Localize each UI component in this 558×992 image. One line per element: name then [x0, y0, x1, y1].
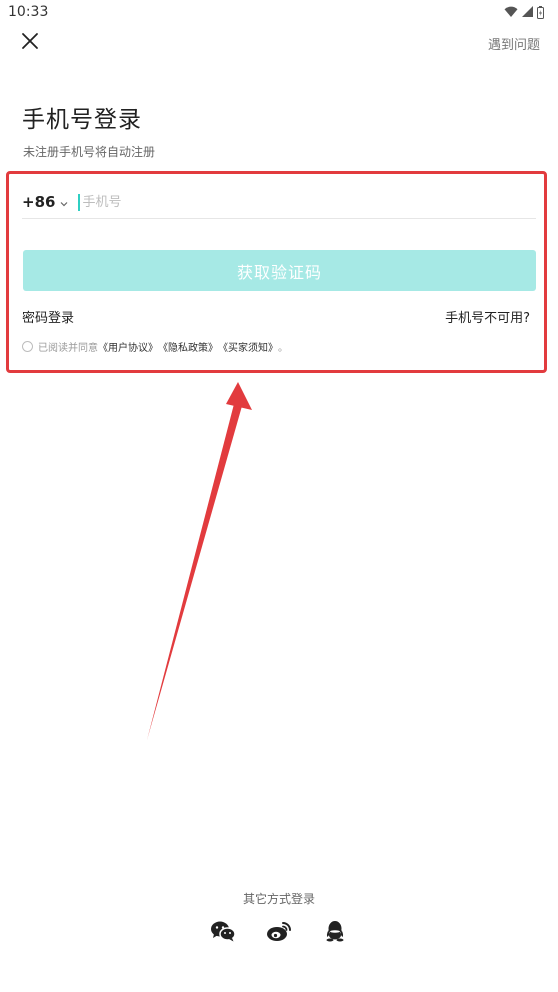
status-bar: 10:33: [0, 0, 558, 24]
page-subtitle: 未注册手机号将自动注册: [23, 145, 156, 159]
status-time: 10:33: [8, 4, 49, 20]
country-code-value: +86: [22, 193, 56, 211]
signal-icon: [522, 6, 533, 18]
password-login-link[interactable]: 密码登录: [22, 307, 74, 326]
wechat-login-button[interactable]: [208, 918, 238, 948]
qq-icon: [325, 920, 345, 946]
battery-icon: [537, 5, 544, 19]
chevron-down-icon: [60, 193, 68, 211]
country-code-selector[interactable]: +86: [22, 193, 68, 211]
weibo-login-button[interactable]: [264, 918, 294, 948]
help-link[interactable]: 遇到问题: [488, 34, 540, 53]
close-icon: [21, 32, 39, 54]
agreement-suffix: 。: [278, 342, 288, 354]
status-icons: [504, 5, 544, 19]
user-agreement-link[interactable]: 《用户协议》: [98, 339, 158, 354]
get-code-button[interactable]: 获取验证码: [23, 250, 536, 291]
weibo-icon: [266, 920, 292, 946]
phone-input[interactable]: [82, 188, 503, 216]
text-cursor: [78, 193, 81, 211]
qq-login-button[interactable]: [320, 918, 350, 948]
page-title: 手机号登录: [22, 107, 142, 133]
agreement-checkbox[interactable]: [22, 340, 33, 352]
buyer-notice-link[interactable]: 《买家须知》: [218, 339, 278, 354]
close-button[interactable]: [18, 31, 42, 55]
wechat-icon: [210, 920, 236, 946]
agreement-row: 已阅读并同意 《用户协议》 《隐私政策》 《买家须知》 。: [22, 338, 288, 354]
other-login-label: 其它方式登录: [242, 892, 315, 906]
agreement-prefix: 已阅读并同意: [38, 342, 98, 354]
wifi-icon: [504, 6, 518, 18]
privacy-policy-link[interactable]: 《隐私政策》: [158, 339, 218, 354]
phone-input-row: +86: [22, 186, 536, 219]
phone-unavailable-link[interactable]: 手机号不可用?: [445, 307, 530, 326]
login-page: 10:33 遇到问题 手机号登录 未注册手机号将自动注册 +86 手机号 获取验…: [0, 0, 558, 992]
social-login-row: [0, 918, 558, 950]
